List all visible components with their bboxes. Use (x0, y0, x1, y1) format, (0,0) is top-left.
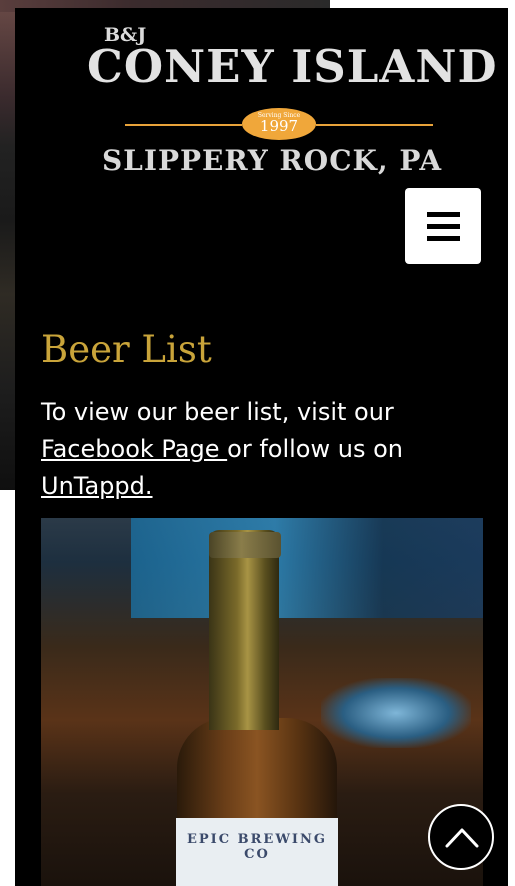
scroll-to-top-button[interactable] (428, 804, 494, 870)
logo-divider-right (316, 124, 433, 126)
logo-location: SLIPPERY ROCK, PA (101, 144, 443, 177)
beer-list-description: To view our beer list, visit our Faceboo… (41, 394, 461, 505)
untappd-link[interactable]: UnTappd. (41, 472, 153, 500)
facebook-page-link[interactable]: Facebook Page (41, 435, 227, 463)
follow-text: or follow us on (227, 435, 403, 463)
site-logo[interactable]: B&J CONEY ISLAND Serving Since 1997 SLIP… (87, 16, 498, 181)
photo-background-lights (321, 678, 471, 748)
bottle-cap (209, 532, 281, 558)
hamburger-menu-icon[interactable] (405, 188, 481, 264)
menu-bar-middle (427, 224, 460, 229)
bottle-neck (209, 530, 279, 730)
page-title: Beer List (41, 328, 212, 371)
intro-text: To view our beer list, visit our (41, 398, 394, 426)
menu-bar-bottom (427, 236, 460, 241)
content-panel: B&J CONEY ISLAND Serving Since 1997 SLIP… (15, 8, 508, 886)
logo-badge: Serving Since 1997 (242, 108, 316, 140)
logo-title: CONEY ISLAND (87, 40, 498, 93)
photo-tv-screen (131, 518, 483, 618)
menu-bar-top (427, 212, 460, 217)
bottle-label-text: EPIC BREWING CO (186, 832, 327, 862)
bottle-label: EPIC BREWING CO (176, 818, 338, 886)
logo-badge-year: 1997 (259, 117, 299, 135)
beer-bottle-photo: EPIC BREWING CO (41, 518, 483, 886)
logo-divider-left (125, 124, 242, 126)
chevron-up-icon (445, 828, 479, 848)
